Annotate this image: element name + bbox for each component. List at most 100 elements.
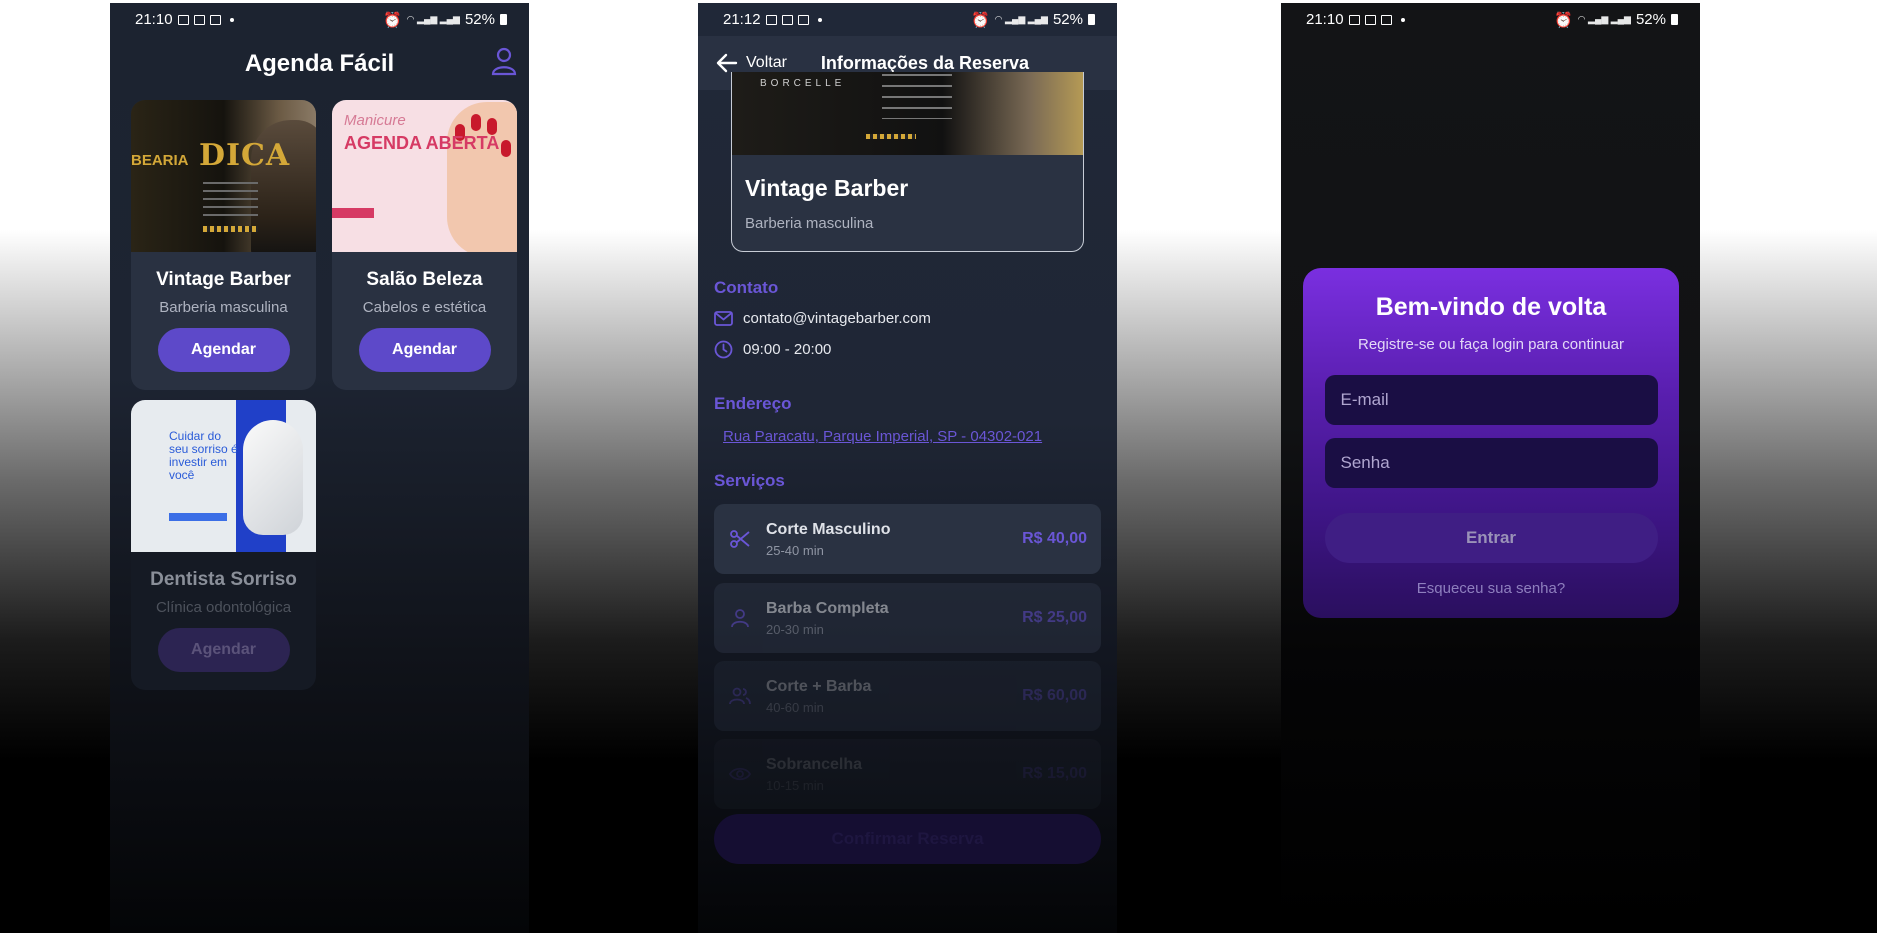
business-category: Clínica odontológica — [155, 599, 292, 616]
mail-icon — [714, 311, 733, 326]
login-subtitle: Registre-se ou faça login para continuar — [1358, 336, 1624, 353]
image-script-text: Manicure — [344, 112, 406, 129]
notification-dot-icon — [1400, 17, 1405, 22]
signal-icon: ◠ ▂▄▆ ▂▄▆ — [1577, 14, 1631, 24]
image-tag — [169, 513, 227, 521]
notification-dot-icon — [229, 17, 234, 22]
address-section-title: Endereço — [714, 394, 792, 413]
address-link[interactable]: Rua Paracatu, Parque Imperial, SP - 0430… — [723, 428, 1042, 445]
business-hours-row: 09:00 - 20:00 — [714, 340, 831, 359]
person-icon — [731, 609, 749, 628]
alarm-icon: ⏰ — [382, 11, 402, 29]
login-button[interactable]: Entrar — [1324, 513, 1658, 563]
image-bullets — [203, 182, 258, 222]
service-item[interactable]: Barba Completa 20-30 min R$ 25,00 — [714, 583, 1101, 653]
contact-section-title: Contato — [714, 278, 779, 297]
banner-bullets — [882, 74, 952, 119]
service-name: Sobrancelha — [766, 755, 863, 773]
status-bar: 21:10 ⏰ ◠ ▂▄▆ ▂▄▆ 52% — [110, 3, 529, 36]
service-item[interactable]: Corte Masculino 25-40 min R$ 40,00 — [714, 504, 1101, 574]
notification-dot-icon — [817, 17, 822, 22]
schedule-button[interactable]: Agendar — [157, 628, 290, 672]
service-price: R$ 15,00 — [1022, 765, 1087, 782]
message-icon — [1380, 14, 1392, 25]
business-banner-image: BORCELLE — [732, 72, 1083, 155]
status-time: 21:12 — [723, 11, 761, 28]
gallery-icon — [177, 14, 189, 25]
business-name: Vintage Barber — [156, 269, 291, 290]
service-duration: 20-30 min — [766, 621, 824, 637]
image-headline: Cuidar do seu sorriso é investir em você — [169, 429, 238, 482]
battery-percent: 52% — [464, 11, 495, 28]
schedule-button[interactable]: Agendar — [358, 328, 491, 372]
phone-details-screen: 21:12 ⏰ ◠ ▂▄▆ ▂▄▆ 52% Voltar Informações… — [698, 3, 1117, 933]
user-profile-icon[interactable] — [491, 46, 517, 76]
business-category: Cabelos e estética — [362, 299, 487, 316]
battery-icon — [1671, 14, 1678, 25]
message-icon — [797, 14, 809, 25]
status-bar: 21:12 ⏰ ◠ ▂▄▆ ▂▄▆ 52% — [698, 3, 1117, 36]
business-summary-card: BORCELLE Vintage Barber Barberia masculi… — [731, 72, 1084, 252]
service-duration: 10-15 min — [766, 777, 824, 793]
image-headline: DICA — [199, 138, 291, 173]
service-price: R$ 40,00 — [1022, 530, 1087, 547]
contact-email-row[interactable]: contato@vintagebarber.com — [714, 310, 931, 327]
signal-icon: ◠ ▂▄▆ ▂▄▆ — [994, 14, 1048, 24]
image-side-text: BEARIA — [131, 152, 189, 169]
page-title: Informações da Reserva — [820, 52, 1030, 73]
nail — [471, 114, 481, 131]
business-image-barber: DICA BEARIA — [131, 100, 316, 252]
password-field[interactable] — [1324, 438, 1658, 488]
image-tag — [332, 208, 374, 218]
phone-home-screen: 21:10 ⏰ ◠ ▂▄▆ ▂▄▆ 52% Agenda Fácil DICA … — [110, 3, 529, 933]
signal-icon: ◠ ▂▄▆ ▂▄▆ — [406, 14, 460, 24]
people-icon — [729, 687, 751, 705]
back-label: Voltar — [746, 54, 787, 71]
alarm-icon: ⏰ — [970, 11, 990, 29]
alarm-icon: ⏰ — [1553, 11, 1573, 29]
business-image-salon: Manicure AGENDA ABERTA — [332, 100, 517, 252]
clock-icon — [714, 340, 733, 359]
business-category: Barberia masculina — [159, 299, 288, 316]
app-title: Agenda Fácil — [244, 49, 395, 77]
battery-icon — [500, 14, 507, 25]
battery-icon — [1088, 14, 1095, 25]
schedule-button[interactable]: Agendar — [157, 328, 290, 372]
contact-email: contato@vintagebarber.com — [743, 310, 931, 327]
business-category: Barberia masculina — [745, 215, 874, 232]
status-bar: 21:10 ⏰ ◠ ▂▄▆ ▂▄▆ 52% — [1281, 3, 1700, 36]
nail — [501, 140, 511, 157]
arrow-left-icon — [716, 53, 738, 73]
banner-stripe — [866, 134, 916, 139]
business-card-vintage-barber[interactable]: DICA BEARIA Vintage Barber Barberia masc… — [131, 100, 316, 390]
tooth-photo — [243, 420, 303, 535]
business-name: Dentista Sorriso — [150, 569, 297, 590]
email-field[interactable] — [1324, 375, 1658, 425]
service-name: Barba Completa — [766, 599, 889, 617]
business-card-salao-beleza[interactable]: Manicure AGENDA ABERTA Salão Beleza Cabe… — [332, 100, 517, 390]
battery-percent: 52% — [1052, 11, 1083, 28]
image-icon — [1364, 14, 1376, 25]
service-duration: 40-60 min — [766, 699, 824, 715]
services-section-title: Serviços — [714, 471, 785, 490]
message-icon — [209, 14, 221, 25]
business-name: Salão Beleza — [366, 269, 483, 290]
battery-percent: 52% — [1635, 11, 1666, 28]
service-duration: 25-40 min — [766, 542, 824, 558]
image-icon — [193, 14, 205, 25]
service-item[interactable]: Corte + Barba 40-60 min R$ 60,00 — [714, 661, 1101, 731]
login-card: Bem-vindo de volta Registre-se ou faça l… — [1303, 268, 1679, 618]
status-time: 21:10 — [1306, 11, 1344, 28]
app-header: Agenda Fácil — [110, 36, 529, 91]
image-icon — [781, 14, 793, 25]
forgot-password-link[interactable]: Esqueceu sua senha? — [1303, 580, 1679, 597]
confirm-reservation-button[interactable]: Confirmar Reserva — [714, 814, 1101, 864]
business-image-dentist: Cuidar do seu sorriso é investir em você — [131, 400, 316, 552]
gallery-icon — [1348, 14, 1360, 25]
service-item[interactable]: Sobrancelha 10-15 min R$ 15,00 — [714, 739, 1101, 809]
banner-brand: BORCELLE — [760, 78, 846, 89]
business-card-dentista-sorriso[interactable]: Cuidar do seu sorriso é investir em você… — [131, 400, 316, 690]
service-name: Corte + Barba — [766, 677, 872, 695]
back-button[interactable]: Voltar — [716, 53, 787, 73]
phone-login-screen: 21:10 ⏰ ◠ ▂▄▆ ▂▄▆ 52% Bem-vindo de volta… — [1281, 3, 1700, 933]
